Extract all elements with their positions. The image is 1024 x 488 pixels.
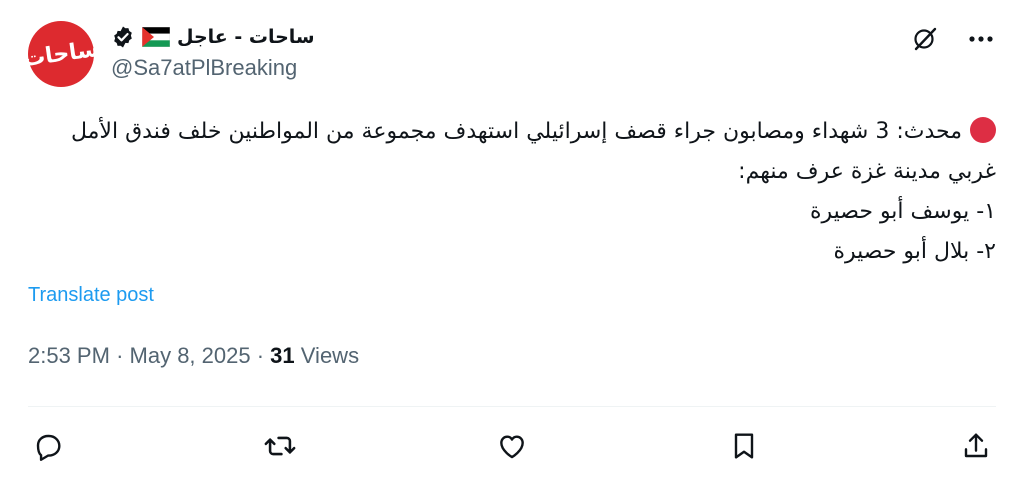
- post-time[interactable]: 2:53 PM: [28, 343, 110, 368]
- more-icon[interactable]: [966, 24, 996, 54]
- share-button[interactable]: [956, 426, 996, 466]
- red-circle-icon: [970, 117, 996, 143]
- repost-icon: [264, 436, 296, 456]
- share-icon: [964, 433, 988, 458]
- meta-separator: ·: [116, 343, 124, 368]
- display-name[interactable]: ساحات - عاجل: [177, 26, 315, 48]
- post-line: ١- يوسف أبو حصيرة: [809, 199, 996, 224]
- repost-button[interactable]: [260, 426, 300, 466]
- views-count: 31: [270, 343, 295, 368]
- avatar-logo: ساحات: [21, 36, 101, 72]
- palestine-flag-icon: [142, 27, 170, 47]
- post-text: محدث: 3 شهداء ومصابون جراء قصف إسرائيلي …: [28, 112, 996, 272]
- like-button[interactable]: [492, 426, 532, 466]
- post-meta: 2:53 PM · May 8, 2025 · 31 Views: [28, 343, 359, 369]
- user-handle[interactable]: @Sa7atPlBreaking: [111, 55, 297, 81]
- author-name-row: ساحات - عاجل: [111, 22, 315, 52]
- reply-icon: [36, 434, 61, 461]
- bookmark-button[interactable]: [724, 426, 764, 466]
- post-date[interactable]: May 8, 2025: [130, 343, 251, 368]
- translate-post-link[interactable]: Translate post: [28, 284, 154, 307]
- post-line: ٢- بلال أبو حصيرة: [833, 239, 996, 264]
- meta-separator: ·: [256, 343, 265, 368]
- action-bar: [28, 426, 996, 466]
- like-icon: [500, 435, 524, 459]
- divider: [28, 406, 996, 407]
- post-line: غربي مدينة غزة عرف منهم:: [738, 159, 996, 184]
- verified-badge-icon: [111, 25, 135, 49]
- bookmark-icon: [734, 433, 754, 459]
- header-actions: [910, 24, 996, 54]
- avatar[interactable]: ساحات: [22, 21, 100, 87]
- views-label: Views: [300, 343, 360, 368]
- reply-button[interactable]: [28, 426, 68, 466]
- post-line: محدث: 3 شهداء ومصابون جراء قصف إسرائيلي …: [28, 112, 996, 152]
- grok-icon[interactable]: [910, 24, 940, 54]
